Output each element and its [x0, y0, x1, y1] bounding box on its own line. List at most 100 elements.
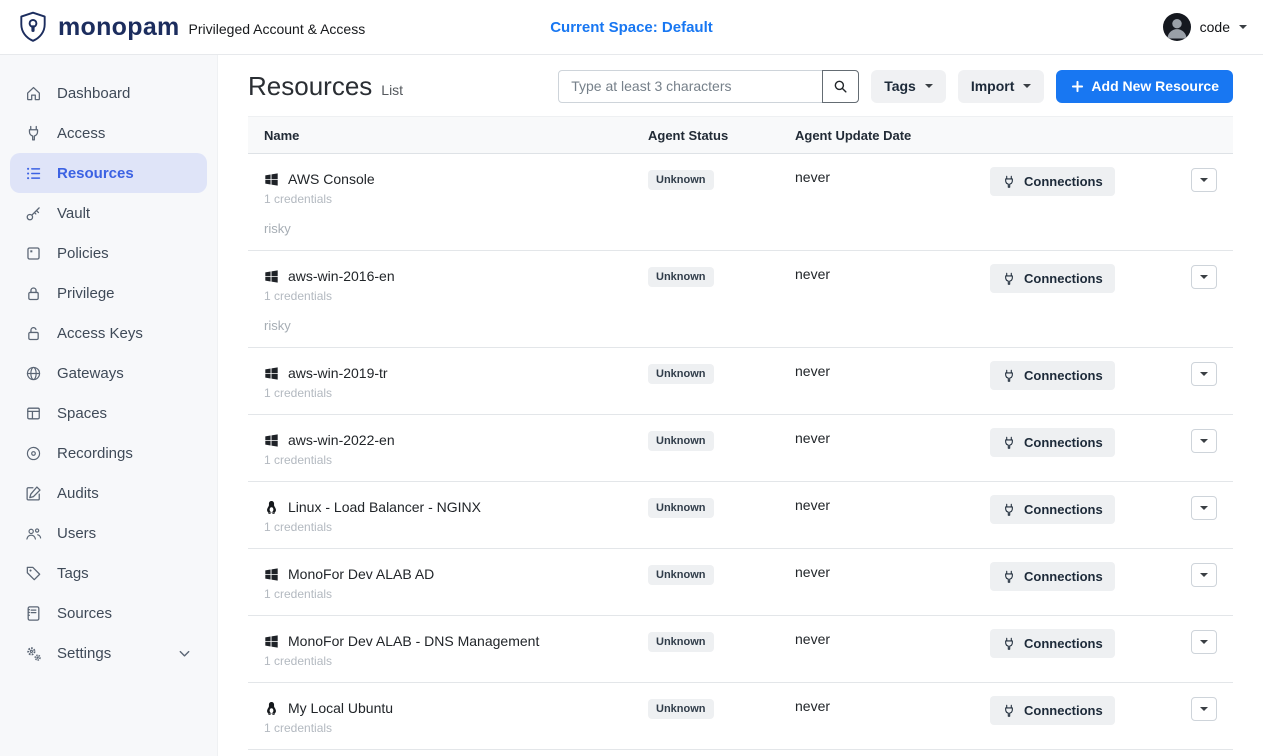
agent-update-date: never — [795, 348, 990, 379]
sidebar-item-policies[interactable]: Policies — [10, 233, 207, 273]
agent-status-badge: Unknown — [648, 632, 714, 652]
sidebar-item-access-keys[interactable]: Access Keys — [10, 313, 207, 353]
credentials-count: 1 credentials — [264, 721, 648, 735]
sidebar-item-label: Vault — [57, 205, 90, 222]
sidebar-item-label: Users — [57, 525, 96, 542]
row-actions-dropdown[interactable] — [1191, 563, 1217, 587]
row-actions-dropdown[interactable] — [1191, 630, 1217, 654]
windows-os-icon — [264, 433, 279, 448]
linux-os-icon — [264, 500, 279, 515]
resource-name[interactable]: MonoFor Dev ALAB AD — [288, 566, 434, 582]
sidebar-item-audits[interactable]: Audits — [10, 473, 207, 513]
plug-icon — [1002, 175, 1016, 189]
credentials-count: 1 credentials — [264, 654, 648, 668]
sidebar-item-tags[interactable]: Tags — [10, 553, 207, 593]
connections-button[interactable]: Connections — [990, 696, 1115, 725]
table-header: Name Agent Status Agent Update Date — [248, 116, 1233, 154]
list-icon — [25, 165, 42, 182]
user-menu[interactable]: code — [1163, 13, 1247, 41]
window-icon — [25, 405, 42, 422]
chevron-down-icon — [1200, 640, 1208, 644]
windows-os-icon — [264, 269, 279, 284]
resource-name[interactable]: AWS Console — [288, 171, 375, 187]
connections-button[interactable]: Connections — [990, 562, 1115, 591]
resource-name[interactable]: aws-win-2019-tr — [288, 365, 388, 381]
agent-update-date: never — [795, 683, 990, 714]
chevron-down-icon — [1200, 372, 1208, 376]
sidebar-item-label: Privilege — [57, 285, 115, 302]
sidebar-item-label: Audits — [57, 485, 99, 502]
resource-name[interactable]: My Local Ubuntu — [288, 700, 393, 716]
resource-name[interactable]: aws-win-2022-en — [288, 432, 395, 448]
chevron-down-icon — [1200, 439, 1208, 443]
agent-update-date: never — [795, 549, 990, 580]
sidebar-item-sources[interactable]: Sources — [10, 593, 207, 633]
table-row: AWS Console 1 credentials risky Unknown … — [248, 154, 1233, 251]
tags-dropdown-button[interactable]: Tags — [871, 70, 946, 103]
key-icon — [25, 205, 42, 222]
sidebar-item-resources[interactable]: Resources — [10, 153, 207, 193]
row-actions-dropdown[interactable] — [1191, 265, 1217, 289]
chevron-down-icon — [1200, 178, 1208, 182]
agent-update-date: never — [795, 616, 990, 647]
sidebar-item-vault[interactable]: Vault — [10, 193, 207, 233]
search-icon — [833, 79, 848, 94]
brand[interactable]: monopam Privileged Account & Access — [16, 10, 365, 44]
row-actions-dropdown[interactable] — [1191, 496, 1217, 520]
search-input[interactable] — [558, 70, 823, 103]
row-actions-dropdown[interactable] — [1191, 168, 1217, 192]
chevron-down-icon — [1200, 573, 1208, 577]
agent-update-date: never — [795, 415, 990, 446]
home-icon — [25, 85, 42, 102]
row-actions-dropdown[interactable] — [1191, 697, 1217, 721]
connections-button[interactable]: Connections — [990, 361, 1115, 390]
shield-logo-icon — [16, 10, 50, 44]
chevron-down-icon — [1239, 25, 1247, 29]
people-icon — [25, 525, 42, 542]
agent-status-badge: Unknown — [648, 267, 714, 287]
sidebar-item-dashboard[interactable]: Dashboard — [10, 73, 207, 113]
connections-button[interactable]: Connections — [990, 495, 1115, 524]
plug-icon — [1002, 369, 1016, 383]
resource-name[interactable]: MonoFor Dev ALAB - DNS Management — [288, 633, 539, 649]
credentials-count: 1 credentials — [264, 192, 648, 206]
search-button[interactable] — [822, 70, 859, 103]
resource-tag: risky — [264, 221, 648, 236]
sidebar-item-access[interactable]: Access — [10, 113, 207, 153]
import-dropdown-button[interactable]: Import — [958, 70, 1045, 103]
connections-button[interactable]: Connections — [990, 629, 1115, 658]
plug-icon — [1002, 637, 1016, 651]
sidebar-item-label: Spaces — [57, 405, 107, 422]
sidebar-item-users[interactable]: Users — [10, 513, 207, 553]
sidebar-item-label: Recordings — [57, 445, 133, 462]
table-row: aws-win-2019-tr 1 credentials Unknown ne… — [248, 348, 1233, 415]
column-header-agent-status: Agent Status — [648, 128, 795, 143]
main-content: Resources List T — [218, 55, 1263, 756]
connections-button[interactable]: Connections — [990, 264, 1115, 293]
sidebar-item-settings[interactable]: Settings — [10, 633, 207, 673]
agent-update-date: never — [795, 154, 990, 185]
sidebar-item-spaces[interactable]: Spaces — [10, 393, 207, 433]
resource-name[interactable]: Linux - Load Balancer - NGINX — [288, 499, 481, 515]
current-space-label[interactable]: Current Space: Default — [550, 19, 713, 36]
sidebar-nav: Dashboard Access Resources Vault Policie… — [0, 55, 218, 756]
agent-update-date: never — [795, 482, 990, 513]
sidebar-item-label: Access Keys — [57, 325, 143, 342]
sidebar-item-recordings[interactable]: Recordings — [10, 433, 207, 473]
lock-icon — [25, 285, 42, 302]
sidebar-item-label: Resources — [57, 165, 134, 182]
sidebar-item-gateways[interactable]: Gateways — [10, 353, 207, 393]
resource-name[interactable]: aws-win-2016-en — [288, 268, 395, 284]
row-actions-dropdown[interactable] — [1191, 429, 1217, 453]
connections-button[interactable]: Connections — [990, 428, 1115, 457]
agent-status-badge: Unknown — [648, 498, 714, 518]
windows-os-icon — [264, 567, 279, 582]
resources-table: Name Agent Status Agent Update Date AWS … — [248, 116, 1233, 750]
add-new-resource-button[interactable]: Add New Resource — [1056, 70, 1233, 103]
brand-name: monopam — [58, 13, 180, 42]
sidebar-item-privilege[interactable]: Privilege — [10, 273, 207, 313]
sidebar-item-label: Sources — [57, 605, 112, 622]
row-actions-dropdown[interactable] — [1191, 362, 1217, 386]
connections-button[interactable]: Connections — [990, 167, 1115, 196]
table-body: AWS Console 1 credentials risky Unknown … — [248, 154, 1233, 750]
